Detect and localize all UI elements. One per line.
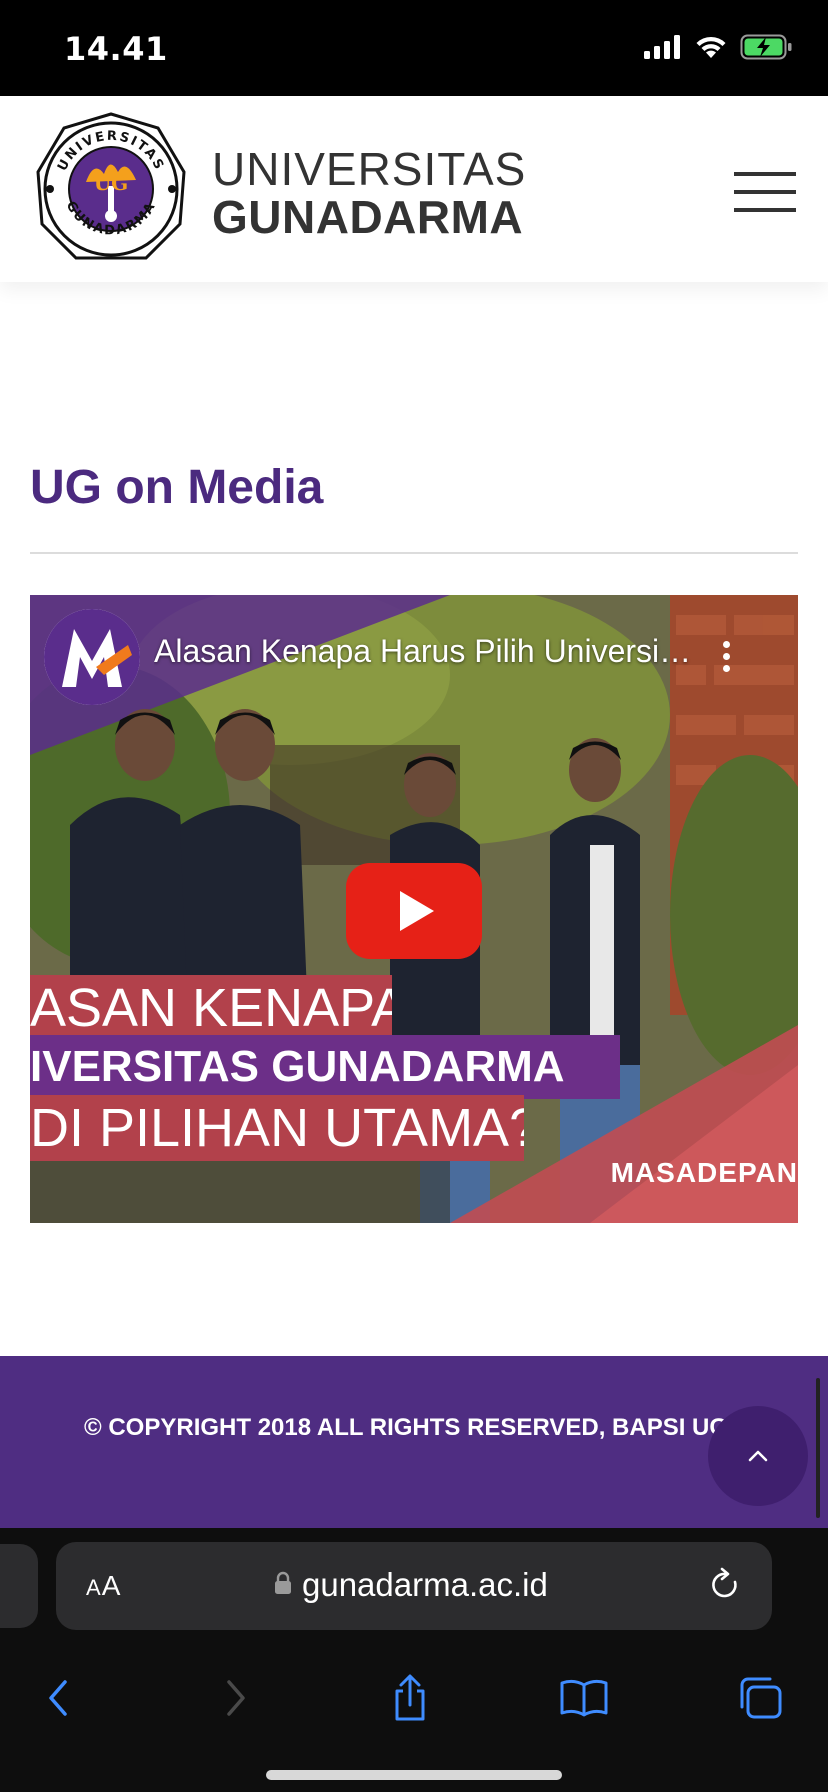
previous-tab-edge[interactable] (0, 1544, 38, 1628)
url-display[interactable]: gunadarma.ac.id (274, 1566, 548, 1604)
logo-mark: UG (94, 171, 129, 195)
reload-icon[interactable] (708, 1566, 742, 1609)
copyright-text: © COPYRIGHT 2018 ALL RIGHTS RESERVED, BA… (84, 1414, 729, 1441)
play-icon[interactable] (346, 863, 482, 959)
section-divider (30, 552, 798, 554)
signal-icon (644, 35, 682, 64)
hamburger-menu-icon[interactable] (734, 172, 796, 212)
browser-chrome: AA gunadarma.ac.id (0, 1528, 828, 1792)
lock-icon (274, 1571, 292, 1600)
home-indicator (266, 1770, 562, 1780)
status-icons (644, 34, 794, 65)
reader-settings-button[interactable]: AA (86, 1570, 121, 1602)
chevron-up-icon (748, 1450, 768, 1462)
battery-charging-icon (740, 34, 794, 65)
bookmarks-icon[interactable] (554, 1670, 614, 1726)
wifi-icon (694, 34, 728, 65)
channel-avatar[interactable] (44, 609, 140, 705)
status-bar: 14.41 (0, 0, 828, 96)
share-icon[interactable] (380, 1670, 440, 1726)
site-footer: © COPYRIGHT 2018 ALL RIGHTS RESERVED, BA… (0, 1356, 828, 1528)
thumbnail-brand: MASADEPAN (610, 1157, 798, 1188)
url-text: gunadarma.ac.id (302, 1566, 548, 1603)
more-vert-icon[interactable] (716, 641, 736, 681)
tabs-icon[interactable] (730, 1670, 790, 1726)
video-title[interactable]: Alasan Kenapa Harus Pilih Universitas Gu… (154, 633, 694, 670)
site-header: UNIVERSITAS GUNADARMA UG UNIVERSITAS GUN… (0, 96, 828, 282)
back-icon[interactable] (28, 1670, 88, 1726)
brand-line-universitas: UNIVERSITAS (212, 143, 527, 195)
status-time: 14.41 (64, 30, 168, 68)
brand-line-gunadarma: GUNADARMA (212, 191, 524, 243)
university-logo[interactable]: UNIVERSITAS GUNADARMA UG (34, 112, 188, 266)
thumbnail-caption-line2: IVERSITAS GUNADARMA (30, 1035, 620, 1099)
video-embed[interactable]: Alasan Kenapa Harus Pilih Universitas Gu… (30, 595, 798, 1223)
thumbnail-caption-line1: ASAN KENAPA (30, 975, 392, 1041)
section-title: UG on Media (30, 461, 324, 514)
thumbnail-caption-line3: DI PILIHAN UTAMA? (30, 1095, 524, 1161)
browser-toolbar (0, 1648, 828, 1748)
address-bar[interactable]: AA gunadarma.ac.id (56, 1542, 772, 1630)
scroll-indicator[interactable] (816, 1378, 820, 1518)
back-to-top-button[interactable] (708, 1406, 808, 1506)
forward-icon[interactable] (206, 1670, 266, 1726)
brand-name[interactable]: UNIVERSITAS GUNADARMA (212, 146, 526, 240)
